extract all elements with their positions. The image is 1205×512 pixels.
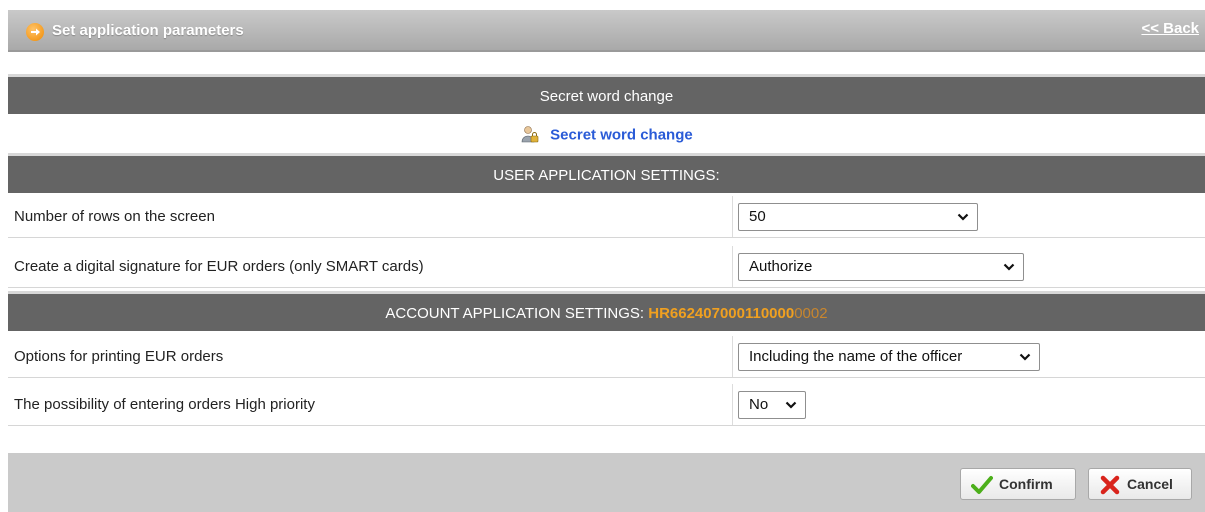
cancel-x-icon — [1100, 475, 1120, 495]
setting-label: Number of rows on the screen — [14, 208, 215, 225]
setting-label: Create a digital signature for EUR order… — [14, 258, 424, 275]
chevron-down-icon — [785, 401, 797, 409]
account-number: HR662407000110000 — [648, 305, 795, 322]
back-link[interactable]: << Back — [1141, 20, 1199, 37]
page-header: Set application parameters << Back — [8, 10, 1205, 52]
chevron-down-icon — [1003, 263, 1015, 271]
setting-label: Options for printing EUR orders — [14, 348, 224, 365]
section-header-user-settings: USER APPLICATION SETTINGS: — [8, 153, 1205, 193]
column-divider — [732, 336, 733, 377]
select-value: Authorize — [749, 258, 813, 275]
section-header-account-settings: ACCOUNT APPLICATION SETTINGS: HR66240700… — [8, 291, 1205, 331]
page-title: Set application parameters — [52, 22, 244, 39]
high-priority-select[interactable]: No — [738, 391, 806, 419]
setting-row-high-priority: The possibility of entering orders High … — [8, 384, 1205, 426]
section-title: Secret word change — [539, 88, 674, 105]
column-divider — [732, 196, 733, 237]
confirm-button[interactable]: Confirm — [960, 468, 1076, 500]
digital-signature-select[interactable]: Authorize — [738, 253, 1024, 281]
setting-row-rows-per-screen: Number of rows on the screen 50 — [8, 196, 1205, 238]
secret-word-row: Secret word change — [8, 119, 1205, 153]
section-header-secret-word: Secret word change — [8, 74, 1205, 114]
rows-per-screen-select[interactable]: 50 — [738, 203, 978, 231]
action-bar: Confirm Cancel — [8, 453, 1205, 512]
confirm-label: Confirm — [999, 476, 1053, 492]
cancel-button[interactable]: Cancel — [1088, 468, 1192, 500]
select-value: 50 — [749, 208, 766, 225]
account-number-suffix: 0002 — [794, 305, 828, 322]
checkmark-icon — [971, 476, 993, 494]
column-divider — [732, 384, 733, 425]
secret-word-change-link[interactable]: Secret word change — [550, 126, 693, 143]
setting-row-digital-signature: Create a digital signature for EUR order… — [8, 246, 1205, 288]
select-value: Including the name of the officer — [749, 348, 963, 365]
arrow-right-icon — [26, 23, 44, 41]
setting-label: The possibility of entering orders High … — [14, 396, 315, 413]
section-title: USER APPLICATION SETTINGS: — [493, 167, 720, 184]
section-title: ACCOUNT APPLICATION SETTINGS: — [385, 305, 645, 322]
setting-row-printing-options: Options for printing EUR orders Includin… — [8, 336, 1205, 378]
chevron-down-icon — [957, 213, 969, 221]
cancel-label: Cancel — [1127, 476, 1173, 492]
column-divider — [732, 246, 733, 287]
select-value: No — [749, 396, 769, 413]
printing-options-select[interactable]: Including the name of the officer — [738, 343, 1040, 371]
chevron-down-icon — [1019, 353, 1031, 361]
user-lock-icon — [520, 125, 540, 145]
